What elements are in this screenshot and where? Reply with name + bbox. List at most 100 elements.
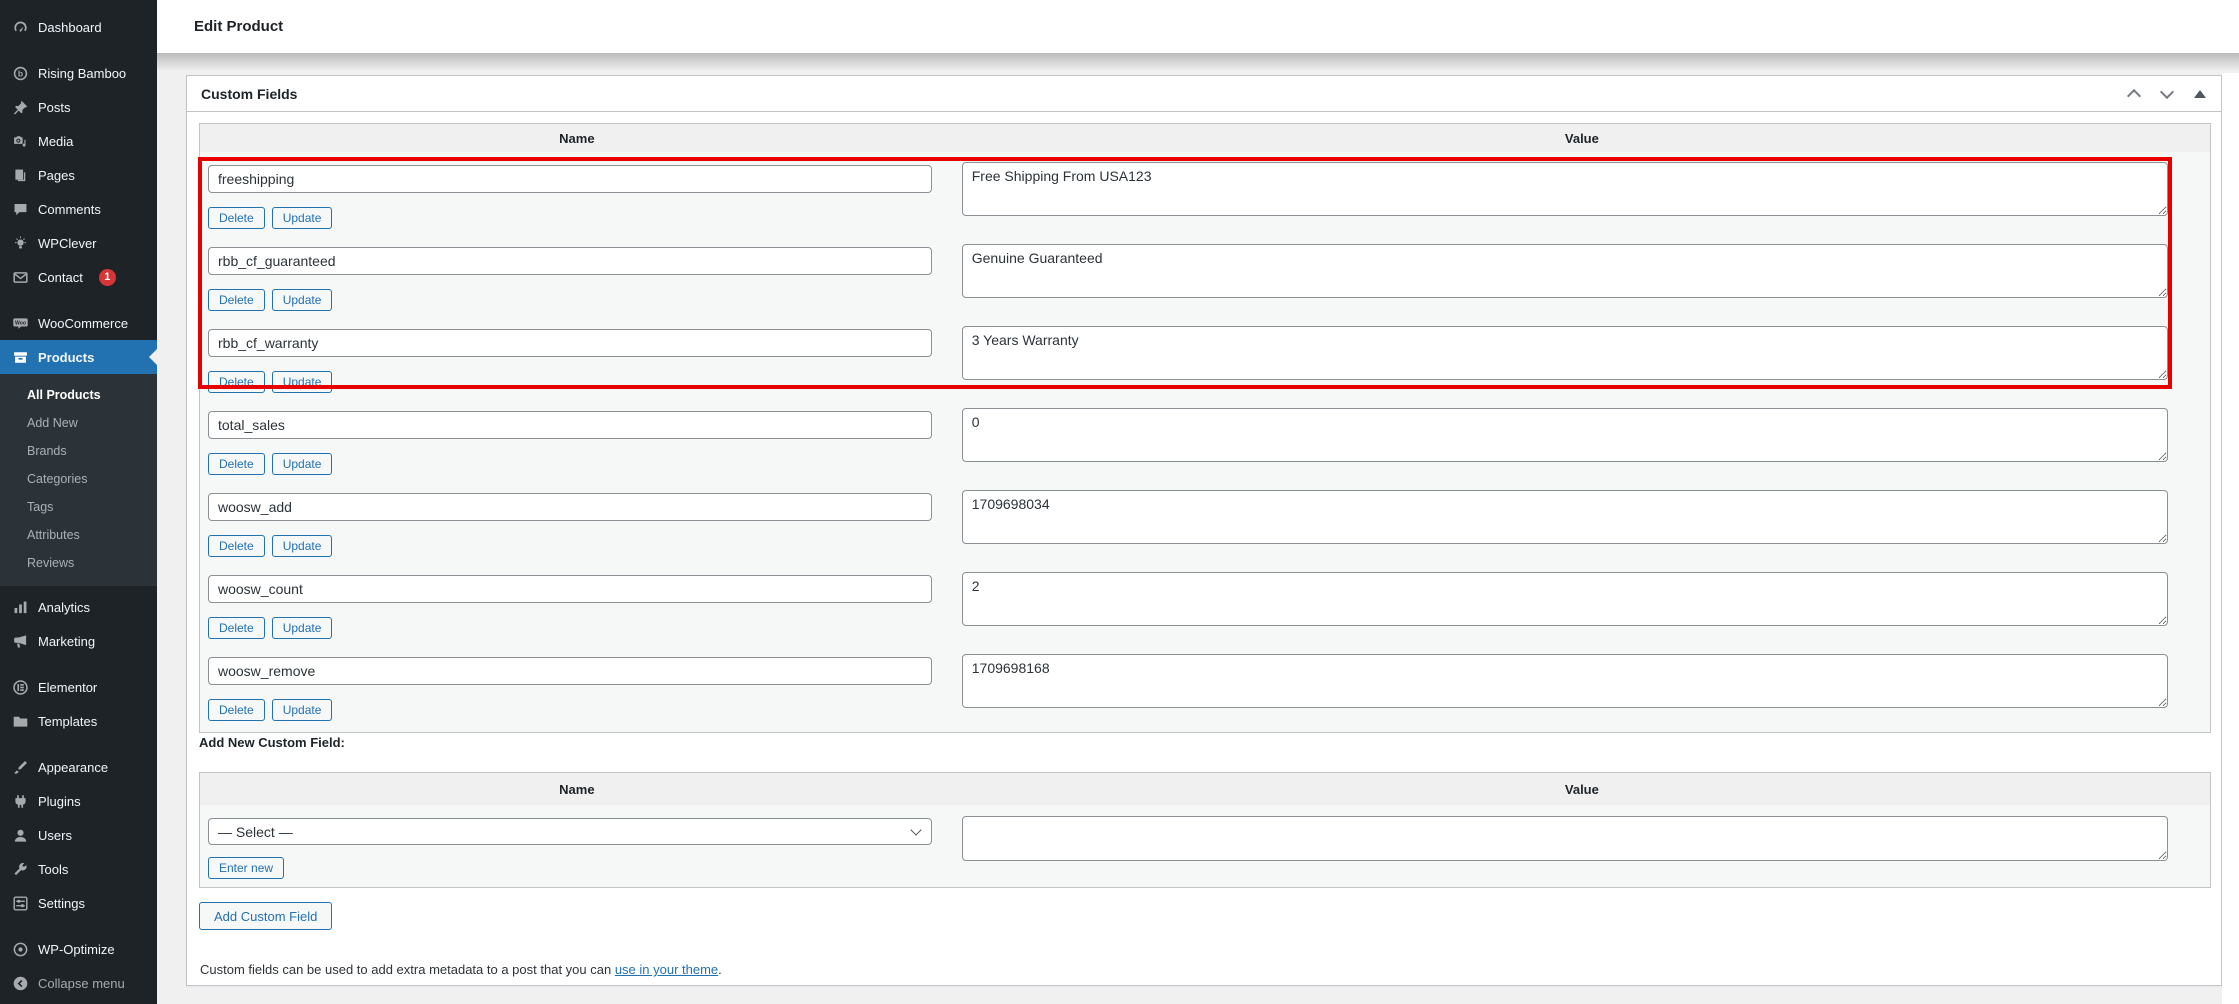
custom-field-value-textarea[interactable] bbox=[962, 244, 2168, 298]
delete-button[interactable]: Delete bbox=[208, 617, 265, 639]
templates-icon bbox=[11, 712, 29, 730]
custom-field-value-textarea[interactable] bbox=[962, 326, 2168, 380]
triangle-up-icon bbox=[2194, 90, 2206, 98]
sidebar-item-users[interactable]: Users bbox=[0, 818, 157, 852]
custom-field-name-input[interactable] bbox=[208, 247, 932, 275]
marketing-icon bbox=[11, 632, 29, 650]
sidebar-item-dashboard[interactable]: Dashboard bbox=[0, 10, 157, 44]
sidebar-item-tools[interactable]: Tools bbox=[0, 852, 157, 886]
delete-button[interactable]: Delete bbox=[208, 207, 265, 229]
move-up-button[interactable] bbox=[2127, 87, 2141, 101]
sidebar-item-posts[interactable]: Posts bbox=[0, 90, 157, 124]
delete-button[interactable]: Delete bbox=[208, 289, 265, 311]
move-down-button[interactable] bbox=[2160, 87, 2174, 101]
add-custom-field-button[interactable]: Add Custom Field bbox=[199, 902, 332, 930]
custom-field-value-textarea[interactable] bbox=[962, 654, 2168, 708]
custom-field-name-input[interactable] bbox=[208, 411, 932, 439]
custom-field-name-input[interactable] bbox=[208, 329, 932, 357]
products-submenu: All ProductsAdd NewBrandsCategoriesTagsA… bbox=[0, 374, 157, 586]
delete-button[interactable]: Delete bbox=[208, 699, 265, 721]
delete-button[interactable]: Delete bbox=[208, 453, 265, 475]
appearance-icon bbox=[12, 759, 29, 776]
submenu-item-attributes[interactable]: Attributes bbox=[0, 521, 157, 549]
submenu-item-reviews[interactable]: Reviews bbox=[0, 549, 157, 577]
rising-bamboo-icon: b bbox=[11, 64, 29, 82]
sidebar-item-templates[interactable]: Templates bbox=[0, 704, 157, 738]
custom-field-name-input[interactable] bbox=[208, 575, 932, 603]
sidebar-item-label: Tools bbox=[38, 862, 68, 877]
submenu-item-all-products[interactable]: All Products bbox=[0, 381, 157, 409]
delete-button[interactable]: Delete bbox=[208, 371, 265, 393]
sidebar-item-media[interactable]: Media bbox=[0, 124, 157, 158]
name-column-header: Name bbox=[200, 773, 954, 805]
update-button[interactable]: Update bbox=[272, 617, 333, 639]
sidebar-item-analytics[interactable]: Analytics bbox=[0, 590, 157, 624]
sidebar-item-settings[interactable]: Settings bbox=[0, 886, 157, 920]
tools-icon bbox=[12, 861, 29, 878]
custom-field-value-textarea[interactable] bbox=[962, 490, 2168, 544]
products-icon bbox=[12, 349, 29, 366]
submenu-item-brands[interactable]: Brands bbox=[0, 437, 157, 465]
users-icon bbox=[12, 827, 29, 844]
submenu-item-categories[interactable]: Categories bbox=[0, 465, 157, 493]
templates-icon bbox=[12, 713, 29, 730]
update-button[interactable]: Update bbox=[272, 699, 333, 721]
row-buttons: Delete Update bbox=[208, 289, 954, 311]
media-icon bbox=[11, 132, 29, 150]
page-title: Edit Product bbox=[194, 18, 283, 35]
posts-icon bbox=[12, 99, 29, 116]
custom-field-value-textarea[interactable] bbox=[962, 408, 2168, 462]
field-value-cell bbox=[954, 152, 2210, 234]
wp-optimize-icon bbox=[12, 941, 29, 958]
custom-field-value-textarea[interactable] bbox=[962, 162, 2168, 216]
table-header-row: Name Value bbox=[200, 773, 2210, 805]
delete-button[interactable]: Delete bbox=[208, 535, 265, 557]
row-buttons: Delete Update bbox=[208, 699, 954, 721]
custom-field-name-input[interactable] bbox=[208, 657, 932, 685]
submenu-item-tags[interactable]: Tags bbox=[0, 493, 157, 521]
sidebar-item-products[interactable]: Products bbox=[0, 340, 157, 374]
sidebar-item-comments[interactable]: Comments bbox=[0, 192, 157, 226]
admin-sidebar: Dashboard bRising BambooPostsMedia Pages Co… bbox=[0, 0, 157, 1004]
sidebar-item-label: Pages bbox=[38, 168, 75, 183]
field-value-cell bbox=[954, 398, 2210, 480]
sidebar-item-plugins[interactable]: Plugins bbox=[0, 784, 157, 818]
menu-separator bbox=[0, 44, 157, 56]
custom-field-name-input[interactable] bbox=[208, 165, 932, 193]
collapse-icon bbox=[11, 974, 29, 992]
new-field-value-textarea[interactable] bbox=[962, 816, 2168, 861]
toggle-panel-button[interactable] bbox=[2193, 87, 2207, 101]
sidebar-item-woocommerce[interactable]: WooWooCommerce bbox=[0, 306, 157, 340]
scrollbar-track[interactable] bbox=[2222, 73, 2239, 1004]
custom-field-value-textarea[interactable] bbox=[962, 572, 2168, 626]
enter-new-button[interactable]: Enter new bbox=[208, 857, 284, 879]
sidebar-item-wp-optimize[interactable]: WP-Optimize bbox=[0, 932, 157, 966]
sidebar-item-pages[interactable]: Pages bbox=[0, 158, 157, 192]
rising-bamboo-icon: b bbox=[12, 65, 29, 82]
sidebar-item-rising-bamboo[interactable]: bRising Bamboo bbox=[0, 56, 157, 90]
value-column-header: Value bbox=[954, 773, 2210, 805]
sidebar-item-marketing[interactable]: Marketing bbox=[0, 624, 157, 658]
update-button[interactable]: Update bbox=[272, 289, 333, 311]
update-button[interactable]: Update bbox=[272, 371, 333, 393]
update-button[interactable]: Update bbox=[272, 535, 333, 557]
sidebar-item-wpclever[interactable]: WPClever bbox=[0, 226, 157, 260]
submenu-item-add-new[interactable]: Add New bbox=[0, 409, 157, 437]
panel-title: Custom Fields bbox=[201, 86, 2127, 102]
custom-fields-panel: Custom Fields Name Value Delete Update bbox=[186, 75, 2222, 986]
update-button[interactable]: Update bbox=[272, 453, 333, 475]
sidebar-item-label: Users bbox=[38, 828, 72, 843]
field-name-select[interactable]: — Select — bbox=[208, 818, 932, 845]
update-button[interactable]: Update bbox=[272, 207, 333, 229]
custom-fields-help-text: Custom fields can be used to add extra m… bbox=[200, 962, 722, 977]
sidebar-item-appearance[interactable]: Appearance bbox=[0, 750, 157, 784]
use-in-your-theme-link[interactable]: use in your theme bbox=[615, 962, 718, 977]
sidebar-item-collapse-menu[interactable]: Collapse menu bbox=[0, 966, 157, 1000]
sidebar-item-label: Plugins bbox=[38, 794, 81, 809]
sidebar-item-contact[interactable]: Contact1 bbox=[0, 260, 157, 294]
sidebar-item-label: Analytics bbox=[38, 600, 90, 615]
custom-field-name-input[interactable] bbox=[208, 493, 932, 521]
sidebar-item-elementor[interactable]: Elementor bbox=[0, 670, 157, 704]
sidebar-item-label: Settings bbox=[38, 896, 85, 911]
dashboard-icon bbox=[12, 19, 29, 36]
